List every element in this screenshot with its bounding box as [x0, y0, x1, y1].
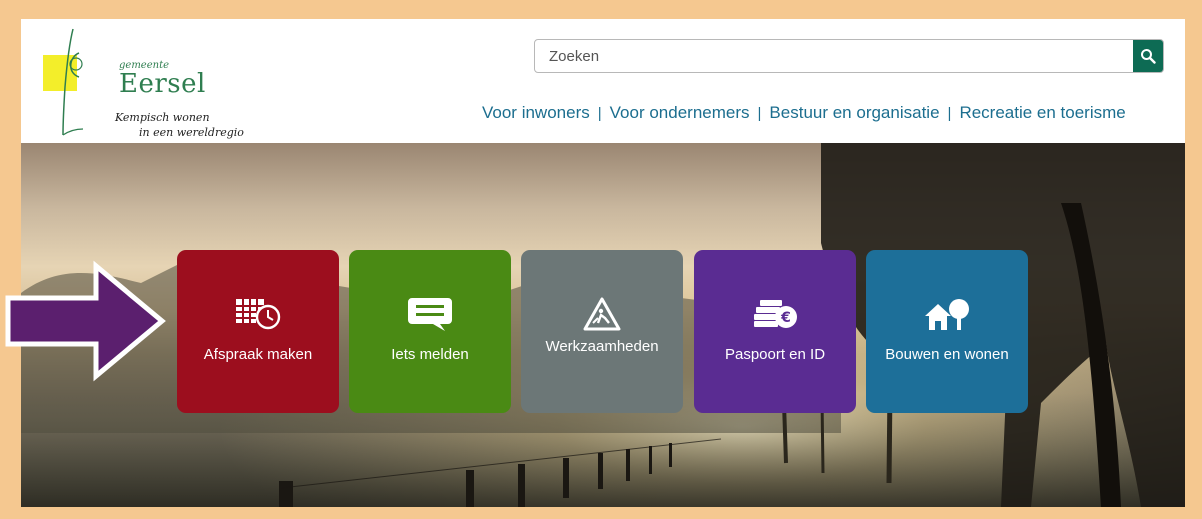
roadwork-icon — [583, 297, 621, 331]
tile-bouwen-en-wonen[interactable]: Bouwen en wonen — [866, 250, 1028, 413]
pointer-arrow-icon — [5, 260, 166, 382]
nav-separator: | — [947, 104, 952, 122]
coins-euro-icon: € — [754, 300, 797, 328]
search-button[interactable] — [1133, 40, 1163, 72]
search-icon — [1141, 49, 1156, 64]
search-box — [534, 39, 1164, 73]
nav-link-bestuur-en-organisatie[interactable]: Bestuur en organisatie — [769, 103, 939, 123]
search-input[interactable] — [535, 40, 1129, 72]
tile-werkzaamheden[interactable]: Werkzaamheden — [521, 250, 683, 413]
logo-tagline-line2: in een wereldregio — [139, 126, 244, 139]
eersel-logo[interactable]: gemeente Eersel Kempisch wonen in een we… — [39, 27, 259, 139]
tile-label: Afspraak maken — [203, 346, 313, 363]
nav-link-voor-inwoners[interactable]: Voor inwoners — [482, 103, 590, 123]
main-navigation: Voor inwoners | Voor ondernemers | Bestu… — [482, 103, 1126, 123]
tile-label: Iets melden — [391, 346, 469, 363]
site-header: gemeente Eersel Kempisch wonen in een we… — [21, 19, 1185, 143]
nav-separator: | — [597, 104, 602, 122]
speech-bubble-icon — [408, 298, 452, 331]
page-frame: gemeente Eersel Kempisch wonen in een we… — [21, 19, 1185, 507]
tile-afspraak-maken[interactable]: Afspraak maken — [177, 250, 339, 413]
tile-label: Bouwen en wonen — [885, 346, 1009, 363]
tile-paspoort-en-id[interactable]: € Paspoort en ID — [694, 250, 856, 413]
hero-banner: Afspraak maken Iets melden Werkzaamheden… — [21, 143, 1185, 507]
svg-text:€: € — [780, 310, 791, 326]
logo-tagline-line1: Kempisch wonen — [115, 111, 210, 124]
calendar-clock-icon — [236, 299, 281, 330]
nav-link-recreatie-en-toerisme[interactable]: Recreatie en toerisme — [959, 103, 1125, 123]
tile-iets-melden[interactable]: Iets melden — [349, 250, 511, 413]
tile-label: Werkzaamheden — [545, 338, 659, 355]
tile-label: Paspoort en ID — [724, 346, 826, 363]
nav-separator: | — [757, 104, 762, 122]
nav-link-voor-ondernemers[interactable]: Voor ondernemers — [610, 103, 750, 123]
logo-name: Eersel — [119, 69, 206, 99]
house-tree-icon — [925, 299, 969, 330]
logo-emblem — [43, 28, 84, 136]
